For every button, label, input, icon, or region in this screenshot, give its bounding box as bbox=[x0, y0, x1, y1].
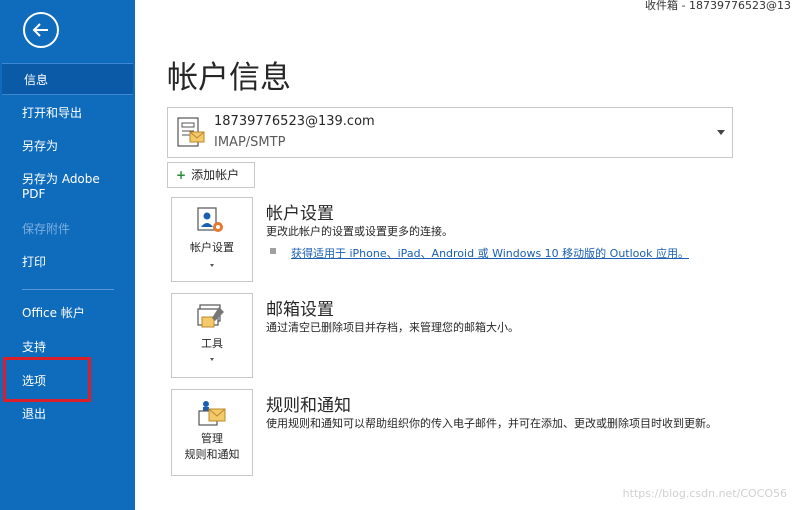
manage-rules-button[interactable]: 管理 规则和通知 bbox=[171, 389, 253, 476]
caret-down-icon bbox=[210, 358, 214, 361]
tile-label: 规则和通知 bbox=[184, 448, 240, 461]
tools-button[interactable]: 工具 bbox=[171, 293, 253, 378]
sidebar-item-label: 另存为 Adobe bbox=[22, 172, 100, 186]
sidebar-item-save-as-pdf[interactable]: 另存为 Adobe PDF bbox=[0, 170, 135, 206]
sidebar-item-exit[interactable]: 退出 bbox=[0, 398, 135, 430]
account-type: IMAP/SMTP bbox=[214, 135, 286, 150]
tile-label: 管理 bbox=[201, 432, 223, 445]
sidebar-item-office-account[interactable]: Office 帐户 bbox=[0, 297, 135, 329]
watermark-text: https://blog.csdn.net/COCO56 bbox=[622, 487, 787, 500]
outlook-backstage: 信息 打开和导出 另存为 另存为 Adobe PDF 保存附件 打印 Offic… bbox=[0, 0, 795, 510]
mailbox-settings-desc: 通过清空已删除项目并存档，来管理您的邮箱大小。 bbox=[266, 321, 519, 334]
sidebar-divider bbox=[22, 289, 114, 290]
rules-alerts-title: 规则和通知 bbox=[266, 396, 351, 416]
bullet-icon bbox=[270, 248, 276, 254]
account-settings-title: 帐户设置 bbox=[266, 204, 334, 224]
rules-alerts-icon bbox=[198, 401, 226, 426]
add-account-label: 添加帐户 bbox=[191, 168, 240, 182]
account-mail-icon bbox=[177, 117, 205, 147]
arrow-left-icon bbox=[32, 23, 48, 37]
sidebar-item-options[interactable]: 选项 bbox=[0, 365, 135, 397]
tools-icon bbox=[197, 304, 224, 328]
account-settings-button[interactable]: 帐户设置 bbox=[171, 197, 253, 282]
account-settings-desc: 更改此帐户的设置或设置更多的连接。 bbox=[266, 225, 453, 238]
mailbox-settings-title: 邮箱设置 bbox=[266, 300, 334, 320]
sidebar-item-open-export[interactable]: 打开和导出 bbox=[0, 97, 135, 129]
sidebar-item-save-attachments: 保存附件 bbox=[22, 222, 71, 236]
chevron-down-icon[interactable] bbox=[717, 130, 725, 135]
sidebar-item-save-as[interactable]: 另存为 bbox=[0, 130, 135, 162]
sidebar-item-info[interactable]: 信息 bbox=[2, 63, 133, 95]
plus-icon: + bbox=[176, 168, 187, 182]
sidebar-item-print[interactable]: 打印 bbox=[0, 246, 135, 278]
account-email: 18739776523@139.com bbox=[214, 114, 375, 129]
get-outlook-app-link[interactable]: 获得适用于 iPhone、iPad、Android 或 Windows 10 移… bbox=[291, 245, 689, 261]
tile-label: 帐户设置 bbox=[190, 241, 234, 254]
backstage-sidebar: 信息 打开和导出 另存为 另存为 Adobe PDF 保存附件 打印 Offic… bbox=[0, 0, 135, 510]
back-button[interactable] bbox=[23, 12, 59, 48]
add-account-button[interactable]: + 添加帐户 bbox=[167, 162, 255, 188]
sidebar-item-support[interactable]: 支持 bbox=[0, 331, 135, 363]
sidebar-item-label: PDF bbox=[22, 187, 46, 201]
account-settings-icon bbox=[197, 207, 223, 232]
window-title: 收件箱 - 18739776523@13 bbox=[645, 0, 791, 12]
rules-alerts-desc: 使用规则和通知可以帮助组织你的传入电子邮件，并可在添加、更改或删除项目时收到更新… bbox=[266, 417, 717, 430]
page-title: 帐户信息 bbox=[167, 60, 291, 96]
account-selector[interactable]: 18739776523@139.com IMAP/SMTP bbox=[167, 107, 733, 158]
tile-label: 工具 bbox=[201, 337, 223, 350]
caret-down-icon bbox=[210, 264, 214, 267]
